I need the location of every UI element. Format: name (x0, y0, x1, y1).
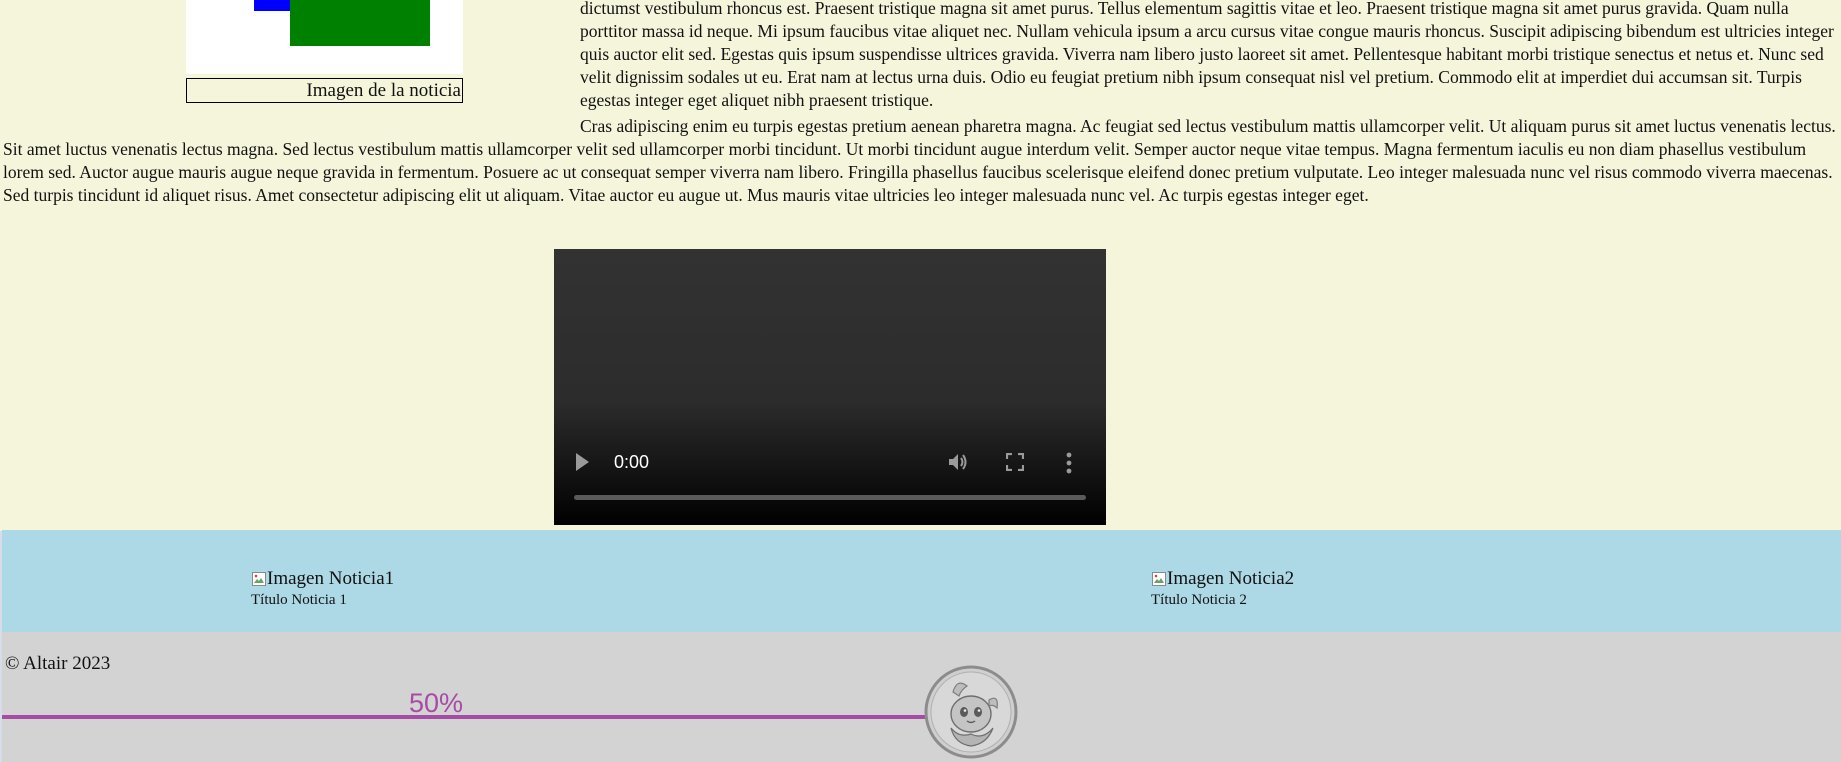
news-image-broken[interactable]: Imagen Noticia2 (1151, 568, 1294, 590)
broken-image-icon (252, 572, 266, 586)
news-section: Imagen Noticia1 Título Noticia 1 Imagen … (2, 530, 1841, 632)
volume-icon[interactable] (946, 451, 970, 473)
image-green-shape (290, 0, 430, 46)
scroll-progress-line (2, 715, 926, 719)
figure-caption-text: Imagen de la noticia (306, 80, 461, 101)
copyright-text: © Altair 2023 (5, 653, 111, 674)
news-card[interactable]: Imagen Noticia2 Título Noticia 2 (1151, 568, 1294, 609)
video-progress-bar[interactable] (574, 495, 1086, 500)
broken-image-icon (1152, 572, 1166, 586)
news-image-alt-text: Imagen Noticia1 (267, 568, 395, 589)
news-image-broken[interactable]: Imagen Noticia1 (251, 568, 394, 590)
news-card-title[interactable]: Título Noticia 2 (1151, 591, 1294, 609)
figure-caption: Imagen de la noticia (186, 78, 463, 103)
mascot-icon[interactable] (923, 664, 1019, 760)
more-options-icon[interactable] (1066, 452, 1072, 474)
news-image (186, 0, 463, 74)
video-time: 0:00 (614, 452, 650, 472)
play-icon[interactable] (576, 453, 589, 471)
scroll-progress-label: 50% (409, 688, 464, 718)
image-blue-shape (254, 0, 290, 11)
news-card-title[interactable]: Título Noticia 1 (251, 591, 394, 609)
article-section: Imagen de la noticia dictumst vestibulum… (0, 0, 1841, 531)
page-footer: © Altair 2023 50% (2, 632, 1841, 762)
fullscreen-icon[interactable] (1006, 453, 1024, 471)
article-paragraph-2: Cras adipiscing enim eu turpis egestas p… (3, 116, 1836, 205)
article-paragraph-1: dictumst vestibulum rhoncus est. Praesen… (580, 0, 1834, 110)
news-card[interactable]: Imagen Noticia1 Título Noticia 1 (251, 568, 394, 609)
news-image-alt-text: Imagen Noticia2 (1167, 568, 1295, 589)
video-player[interactable]: 0:00 (554, 249, 1106, 525)
